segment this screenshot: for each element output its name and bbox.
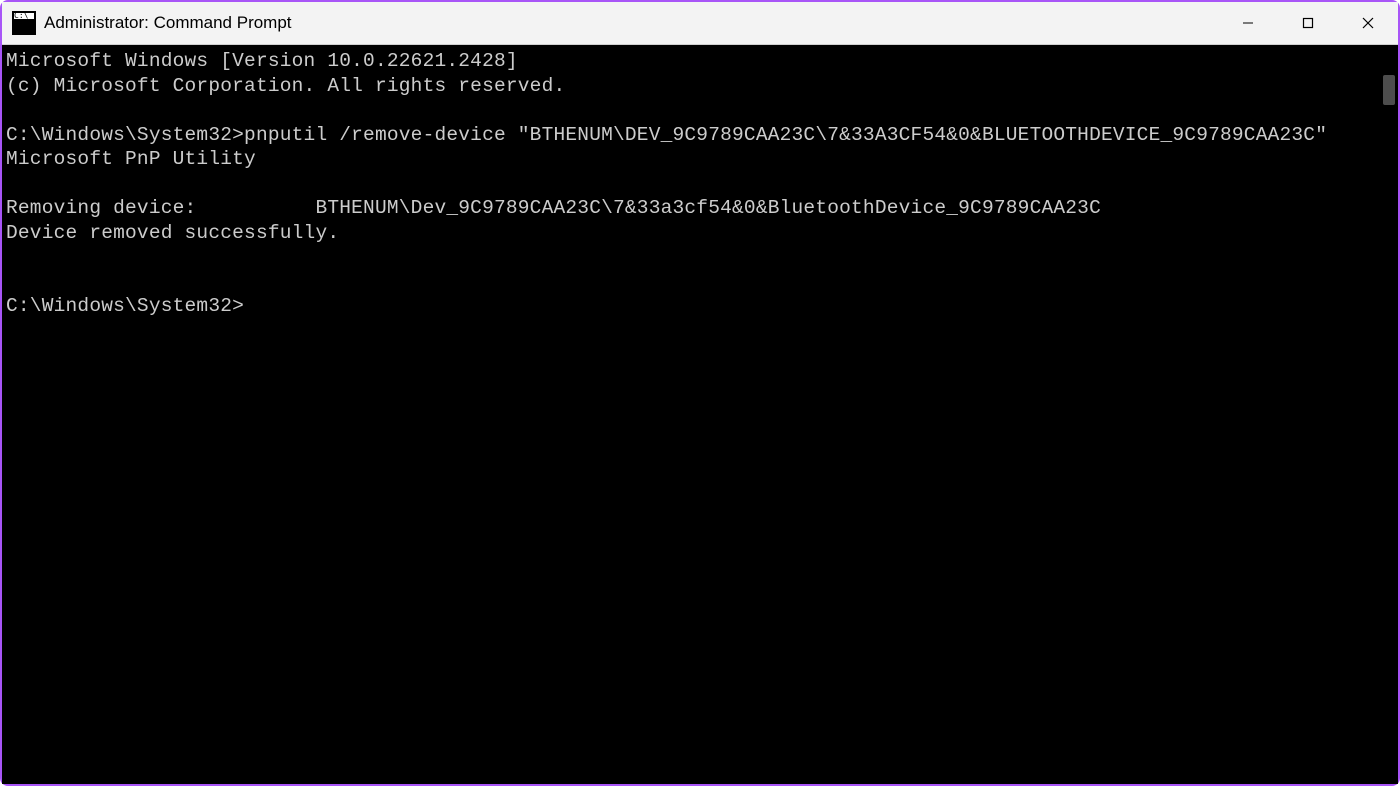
minimize-button[interactable]	[1218, 2, 1278, 44]
window-title: Administrator: Command Prompt	[44, 13, 292, 33]
window-controls	[1218, 2, 1398, 44]
minimize-icon	[1242, 17, 1254, 29]
maximize-button[interactable]	[1278, 2, 1338, 44]
titlebar: C:\ Administrator: Command Prompt	[2, 2, 1398, 45]
scrollbar-thumb[interactable]	[1383, 75, 1395, 105]
terminal-output[interactable]: Microsoft Windows [Version 10.0.22621.24…	[2, 45, 1380, 784]
terminal-container: Microsoft Windows [Version 10.0.22621.24…	[2, 45, 1398, 784]
maximize-icon	[1302, 17, 1314, 29]
close-icon	[1362, 17, 1374, 29]
scrollbar[interactable]	[1380, 45, 1398, 784]
titlebar-left: C:\ Administrator: Command Prompt	[2, 11, 1218, 35]
close-button[interactable]	[1338, 2, 1398, 44]
cmd-icon: C:\	[12, 11, 36, 35]
